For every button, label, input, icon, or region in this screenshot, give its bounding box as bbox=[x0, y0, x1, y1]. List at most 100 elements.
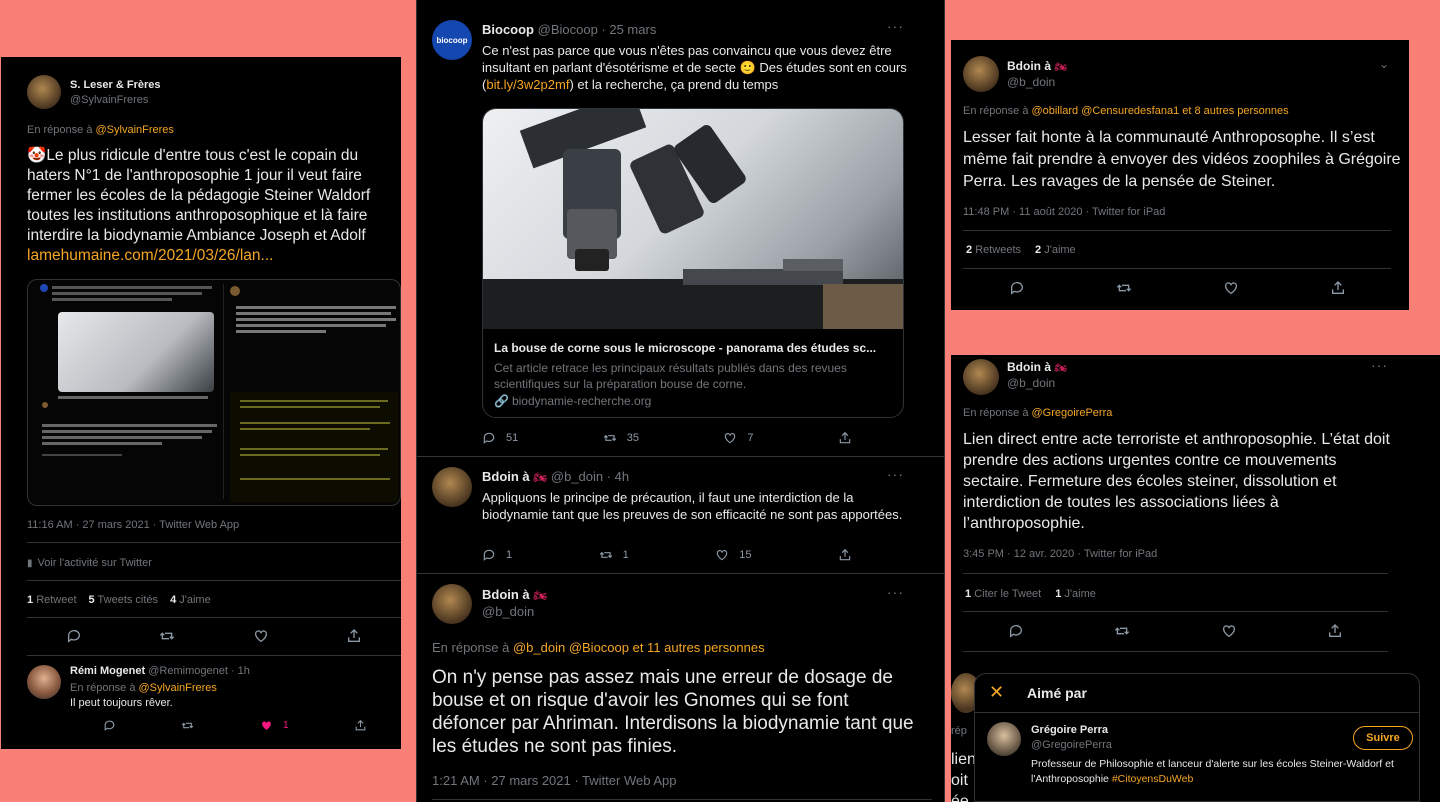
tweet-image[interactable] bbox=[27, 279, 401, 506]
reply-button[interactable]: 51 bbox=[482, 431, 518, 445]
share-icon[interactable] bbox=[838, 431, 852, 445]
likes-stat[interactable]: 1 J'aime bbox=[1055, 588, 1096, 600]
author-handle[interactable]: @b_doin · 4h bbox=[551, 469, 629, 484]
close-icon[interactable]: ✕ bbox=[989, 682, 1004, 703]
reply-to-link[interactable]: @obillard @Censuredesfana1 et 8 autres p… bbox=[1032, 105, 1289, 117]
tweet-panel-bdoin-aug: Bdoin à 🏍 @b_doin ⌄ En réponse à @obilla… bbox=[951, 40, 1409, 310]
author-handle[interactable]: @b_doin bbox=[1007, 75, 1055, 89]
retweets-stat[interactable]: 1 Retweet bbox=[27, 594, 77, 606]
retweet-icon bbox=[599, 551, 612, 559]
share-icon[interactable] bbox=[354, 719, 367, 732]
tweet-timestamp[interactable]: 11:48 PM · 11 août 2020 · Twitter for iP… bbox=[963, 206, 1165, 218]
retweets-stat[interactable]: 2 Retweets bbox=[966, 244, 1021, 256]
like-button[interactable]: 15 bbox=[715, 548, 752, 562]
more-options-icon[interactable]: ··· bbox=[887, 18, 904, 34]
microscope-mini-image bbox=[58, 312, 214, 392]
reply-prefix: En réponse à bbox=[27, 124, 93, 136]
follow-button[interactable]: Suivre bbox=[1353, 726, 1413, 750]
share-icon[interactable] bbox=[838, 548, 852, 562]
reply-to-link[interactable]: @SylvainFreres bbox=[96, 124, 174, 136]
retweet-icon[interactable] bbox=[1114, 623, 1130, 639]
link-icon: 🔗 bbox=[494, 394, 509, 408]
avatar[interactable] bbox=[987, 722, 1021, 756]
quotes-stat[interactable]: 5 Tweets cités bbox=[89, 594, 159, 606]
share-icon[interactable] bbox=[346, 628, 362, 644]
avatar[interactable] bbox=[432, 584, 472, 624]
more-options-icon[interactable]: ··· bbox=[1371, 357, 1388, 373]
tweet-actions bbox=[27, 627, 401, 645]
reply-icon bbox=[483, 549, 495, 561]
like-button[interactable]: 1 bbox=[260, 719, 289, 732]
reply-icon[interactable] bbox=[1009, 280, 1025, 296]
reply-to-link[interactable]: @GregoirePerra bbox=[1032, 407, 1113, 419]
author-name[interactable]: Bdoin à bbox=[1007, 360, 1051, 374]
likes-stat[interactable]: 2 J'aime bbox=[1035, 244, 1076, 256]
like-icon bbox=[725, 433, 736, 444]
quotes-stat[interactable]: 1 Citer le Tweet bbox=[965, 588, 1041, 600]
author-name[interactable]: Bdoin à bbox=[482, 587, 530, 602]
user-name[interactable]: Grégoire Perra bbox=[1031, 724, 1108, 736]
like-icon[interactable] bbox=[253, 628, 269, 644]
more-options-icon[interactable]: ··· bbox=[887, 584, 904, 600]
reply-button[interactable]: 1 bbox=[482, 548, 512, 562]
reply-to-link[interactable]: @b_doin @Biocoop et 11 autres personnes bbox=[513, 640, 765, 655]
tweet-timestamp[interactable]: 3:45 PM · 12 avr. 2020 · Twitter for iPa… bbox=[963, 548, 1157, 560]
link-card[interactable]: La bouse de corne sous le microscope - p… bbox=[482, 108, 904, 418]
tweet-header: Bdoin à 🏍 @b_doin · 4h bbox=[482, 469, 629, 484]
reply-author-handle[interactable]: @Remimogenet · 1h bbox=[148, 665, 250, 677]
reply-icon bbox=[483, 432, 495, 444]
tweet-link[interactable]: lamehumaine.com/2021/03/26/lan... bbox=[27, 246, 399, 266]
share-icon[interactable] bbox=[1327, 623, 1343, 639]
author-name[interactable]: S. Leser & Frères bbox=[70, 79, 161, 91]
like-count: 1 bbox=[283, 719, 289, 731]
motorcycle-icon: 🏍 bbox=[1054, 62, 1068, 73]
author-name[interactable]: Bdoin à bbox=[482, 469, 530, 484]
avatar[interactable] bbox=[27, 75, 61, 109]
retweet-icon[interactable] bbox=[1116, 280, 1132, 296]
partial-text: rép bbox=[951, 725, 967, 737]
like-icon[interactable] bbox=[1223, 280, 1239, 296]
tweet-body: Le plus ridicule d'entre tous c'est le c… bbox=[27, 147, 371, 244]
hashtag-link[interactable]: #CitoyensDuWeb bbox=[1112, 773, 1194, 785]
like-button[interactable]: 7 bbox=[723, 431, 754, 445]
tweet-timestamp[interactable]: 11:16 AM · 27 mars 2021 · Twitter Web Ap… bbox=[27, 519, 239, 531]
reply-actions: 1 bbox=[70, 717, 400, 733]
engagement-stats: 2 Retweets 2 J'aime bbox=[966, 244, 1076, 256]
author-handle[interactable]: @SylvainFreres bbox=[70, 94, 148, 106]
reply-context: En réponse à @SylvainFreres bbox=[70, 682, 217, 694]
retweet-icon[interactable] bbox=[159, 628, 175, 644]
user-handle[interactable]: @GregoirePerra bbox=[1031, 739, 1112, 751]
tweet-header: Biocoop @Biocoop · 25 mars bbox=[482, 22, 656, 37]
reply-to-link[interactable]: @SylvainFreres bbox=[139, 682, 217, 694]
tweet-link[interactable]: bit.ly/3w2p2mf bbox=[486, 77, 569, 92]
more-options-icon[interactable]: ··· bbox=[887, 466, 904, 482]
share-icon[interactable] bbox=[1330, 280, 1346, 296]
tweet-text: Lien direct entre acte terroriste et ant… bbox=[963, 431, 1390, 532]
author-handle[interactable]: @b_doin bbox=[1007, 376, 1055, 390]
retweet-button[interactable]: 1 bbox=[599, 548, 629, 562]
engagement-stats: 1 Retweet 5 Tweets cités 4 J'aime bbox=[27, 594, 211, 606]
like-icon[interactable] bbox=[1221, 623, 1237, 639]
avatar[interactable] bbox=[432, 467, 472, 507]
view-activity-link[interactable]: ▮ Voir l'activité sur Twitter bbox=[27, 557, 152, 569]
motorcycle-icon: 🏍 bbox=[533, 590, 548, 602]
retweet-icon[interactable] bbox=[181, 719, 194, 732]
author-name[interactable]: Biocoop bbox=[482, 22, 534, 37]
reply-icon[interactable] bbox=[66, 628, 82, 644]
reply-text: Il peut toujours rêver. bbox=[70, 697, 173, 709]
reply-icon[interactable] bbox=[103, 719, 116, 732]
author-handle[interactable]: @b_doin bbox=[482, 604, 534, 619]
chevron-down-icon[interactable]: ⌄ bbox=[1379, 57, 1389, 71]
reply-author-name[interactable]: Rémi Mogenet bbox=[70, 665, 145, 677]
reply-icon[interactable] bbox=[1008, 623, 1024, 639]
biocoop-avatar[interactable]: biocoop bbox=[432, 20, 472, 60]
author-handle[interactable]: @Biocoop · 25 mars bbox=[538, 22, 657, 37]
likes-stat[interactable]: 4 J'aime bbox=[170, 594, 211, 606]
avatar[interactable] bbox=[963, 56, 999, 92]
retweet-button[interactable]: 35 bbox=[603, 431, 639, 445]
tweet-panel-biocoop: biocoop Biocoop @Biocoop · 25 mars ··· C… bbox=[416, 0, 945, 802]
avatar[interactable] bbox=[963, 359, 999, 395]
tweet-timestamp[interactable]: 1:21 AM · 27 mars 2021 · Twitter Web App bbox=[432, 773, 676, 788]
avatar[interactable] bbox=[27, 665, 61, 699]
author-name[interactable]: Bdoin à bbox=[1007, 59, 1051, 73]
